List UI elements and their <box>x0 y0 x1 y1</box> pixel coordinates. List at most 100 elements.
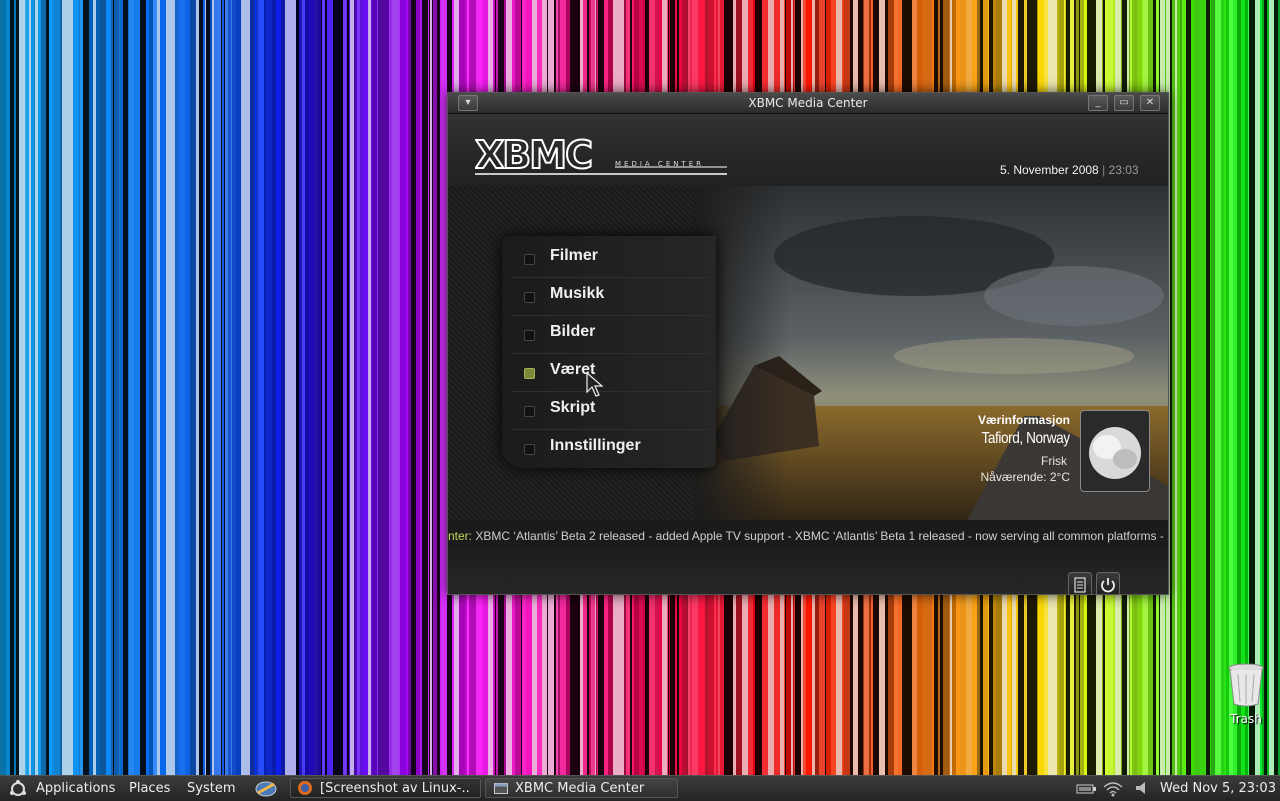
wallpaper-stripe <box>19 0 25 775</box>
wallpaper-stripe <box>236 0 241 775</box>
wallpaper-stripe <box>389 0 392 775</box>
ticker-message: XBMC ‘Atlantis’ Beta 2 released - added … <box>472 529 1168 543</box>
applications-menu[interactable]: Applications <box>36 781 115 796</box>
wallpaper-stripe <box>196 0 199 775</box>
wallpaper-stripe <box>83 0 89 775</box>
wallpaper-stripe <box>1233 0 1237 775</box>
window-titlebar[interactable]: ▾ XBMC Media Center _ ▭ ✕ <box>448 93 1168 114</box>
close-icon: ✕ <box>1145 97 1155 108</box>
wallpaper-stripe <box>350 0 354 775</box>
wallpaper-stripe <box>1269 0 1274 775</box>
wallpaper-stripe <box>1177 0 1180 775</box>
task-button-screenshot[interactable]: [Screenshot av Linux-... <box>290 778 481 798</box>
wallpaper-stripe <box>232 0 236 775</box>
footer-band <box>448 550 1168 594</box>
wallpaper-stripe <box>111 0 113 775</box>
menu-bullet-icon <box>524 292 535 303</box>
wallpaper-stripe <box>440 0 441 775</box>
weather-heading: Værinformasjon <box>977 413 1070 427</box>
wallpaper-stripe <box>392 0 398 775</box>
wallpaper-stripe <box>1262 0 1264 775</box>
wallpaper-stripe <box>149 0 153 775</box>
wallpaper-stripe <box>339 0 343 775</box>
launcher-icon[interactable] <box>254 778 278 800</box>
wallpaper-stripe <box>381 0 386 775</box>
menu-item-label: Innstillinger <box>550 437 641 454</box>
wifi-icon[interactable] <box>1102 779 1124 797</box>
wallpaper-stripe <box>16 0 19 775</box>
wallpaper-stripe <box>327 0 333 775</box>
wallpaper-stripe <box>14 0 16 775</box>
wallpaper-stripe <box>322 0 325 775</box>
wallpaper-stripe <box>343 0 346 775</box>
menu-item-bilder[interactable]: Bilder <box>512 316 710 354</box>
wallpaper-stripe <box>250 0 255 775</box>
wallpaper-stripe <box>6 0 10 775</box>
wallpaper-stripe <box>218 0 221 775</box>
volume-icon[interactable] <box>1134 780 1150 796</box>
places-menu[interactable]: Places <box>129 781 170 796</box>
battery-icon[interactable] <box>1076 782 1098 796</box>
wallpaper-stripe <box>96 0 100 775</box>
wallpaper-stripe <box>256 0 258 775</box>
system-menu[interactable]: System <box>187 781 235 796</box>
wallpaper-stripe <box>206 0 210 775</box>
minimize-icon: _ <box>1095 97 1101 108</box>
wallpaper-stripe <box>10 0 14 775</box>
wallpaper-stripe <box>73 0 79 775</box>
xbmc-window[interactable]: ▾ XBMC Media Center _ ▭ ✕ XBMC MEDIA CEN… <box>447 92 1169 595</box>
wallpaper-stripe <box>25 0 26 775</box>
wallpaper-stripe <box>1248 0 1249 775</box>
clock[interactable]: Wed Nov 5, 23:03 <box>1160 781 1276 796</box>
wallpaper-stripe <box>1180 0 1182 775</box>
wallpaper-stripe <box>31 0 34 775</box>
wallpaper-stripe <box>1175 0 1177 775</box>
menu-item-filmer[interactable]: Filmer <box>512 240 710 278</box>
wallpaper-stripe <box>372 0 377 775</box>
wallpaper-stripe <box>93 0 96 775</box>
wallpaper-stripe <box>171 0 175 775</box>
menu-bullet-icon <box>524 254 535 265</box>
header-band: XBMC MEDIA CENTER 5. November 2008 | 23:… <box>448 114 1168 194</box>
close-button[interactable]: ✕ <box>1140 95 1160 111</box>
menu-item-musikk[interactable]: Musikk <box>512 278 710 316</box>
wallpaper-stripe <box>134 0 140 775</box>
wallpaper-stripe <box>310 0 314 775</box>
wallpaper-stripe <box>400 0 406 775</box>
trash-label: Trash <box>1230 712 1262 726</box>
wallpaper-stripe <box>175 0 179 775</box>
wallpaper-stripe <box>309 0 310 775</box>
wallpaper-stripe <box>411 0 414 775</box>
wallpaper-stripe <box>296 0 299 775</box>
wallpaper-stripe <box>38 0 41 775</box>
task-button-xbmc[interactable]: XBMC Media Center <box>485 778 678 798</box>
wallpaper-stripe <box>420 0 422 775</box>
wallpaper-stripe <box>408 0 411 775</box>
playlist-button[interactable] <box>1068 572 1092 594</box>
wallpaper-stripe <box>347 0 349 775</box>
wallpaper-stripe <box>54 0 60 775</box>
wallpaper-stripe <box>368 0 371 775</box>
menu-item-label: Bilder <box>550 323 596 340</box>
wallpaper-stripe <box>318 0 321 775</box>
trash-desktop-icon[interactable]: Trash <box>1222 662 1270 726</box>
wallpaper-stripe <box>212 0 214 775</box>
menu-item-innstillinger[interactable]: Innstillinger <box>512 430 710 467</box>
wallpaper-stripe <box>114 0 119 775</box>
menu-item-skript[interactable]: Skript <box>512 392 710 430</box>
wallpaper-stripe <box>157 0 160 775</box>
power-button[interactable] <box>1096 572 1120 594</box>
main-panel: Filmer Musikk Bilder Været Skript Innsti… <box>448 186 1168 526</box>
weather-info: Værinformasjon Tafiord, Norway Frisk Nåv… <box>966 413 1070 484</box>
ubuntu-logo-icon <box>10 780 26 796</box>
menu-bullet-icon <box>524 444 535 455</box>
wallpaper-stripe <box>354 0 355 775</box>
weather-icon-box <box>1080 410 1150 492</box>
minimize-button[interactable]: _ <box>1088 95 1108 111</box>
wallpaper-stripe <box>128 0 129 775</box>
maximize-button[interactable]: ▭ <box>1114 95 1134 111</box>
wallpaper-stripe <box>1249 0 1255 775</box>
menu-item-varet[interactable]: Været <box>512 354 710 392</box>
wallpaper-stripe <box>143 0 144 775</box>
wallpaper-stripe <box>247 0 250 775</box>
